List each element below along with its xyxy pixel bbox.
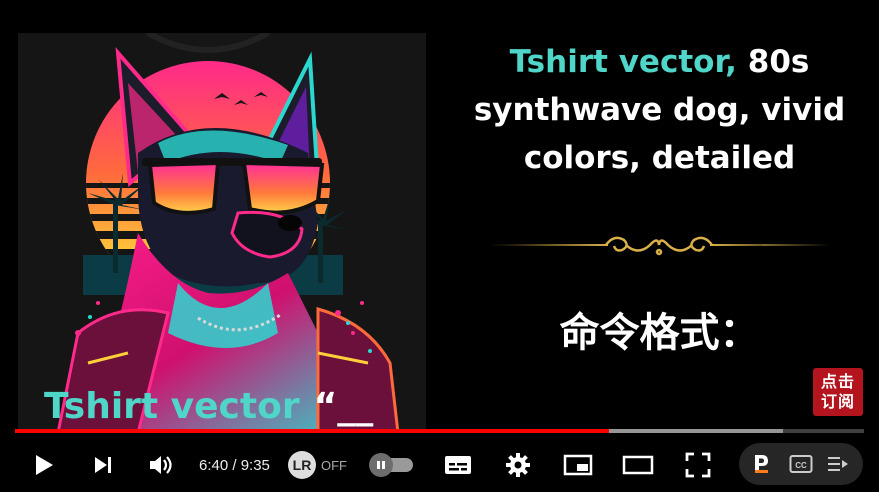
video-frame[interactable]: Tshirt vector, 80s synthwave dog, vivid … — [0, 0, 879, 492]
player-controls: 6:40 / 9:35 LR OFF CC — [0, 438, 879, 492]
pause-icon — [377, 461, 385, 469]
progress-bar[interactable] — [15, 429, 864, 433]
cc-icon: CC — [789, 455, 813, 473]
subscribe-badge-line-2: 订阅 — [820, 392, 855, 411]
fullscreen-button[interactable] — [680, 438, 716, 492]
gear-icon — [506, 453, 530, 477]
language-reactor-state: OFF — [321, 457, 347, 473]
command-format-label: 命令格式： — [559, 310, 760, 356]
fullscreen-icon — [685, 452, 711, 478]
command-example-quote: “__ — [313, 386, 374, 427]
settings-button[interactable] — [500, 438, 536, 492]
language-reactor-toggle[interactable]: LR OFF — [288, 438, 347, 492]
r-extension-button[interactable] — [747, 443, 775, 485]
subscribe-badge[interactable]: 点击 订阅 — [813, 368, 863, 416]
autoplay-toggle[interactable] — [369, 438, 413, 492]
next-button[interactable] — [86, 438, 120, 492]
prompt-highlight: Tshirt vector, — [509, 44, 737, 80]
command-example: Tshirt vector “__ — [44, 386, 373, 427]
chapters-button[interactable] — [823, 443, 853, 485]
command-example-text: Tshirt vector — [44, 386, 300, 427]
subtitles-button[interactable] — [440, 438, 476, 492]
prompt-line-1-rest: 80s — [736, 44, 810, 80]
autoplay-track — [369, 453, 413, 477]
subscribe-badge-line-1: 点击 — [820, 372, 855, 391]
subtitles-icon — [445, 456, 471, 474]
tshirt-artwork-image — [18, 33, 426, 433]
progress-played — [15, 429, 610, 433]
svg-text:CC: CC — [795, 461, 807, 470]
theater-mode-button[interactable] — [620, 438, 656, 492]
miniplayer-icon — [563, 454, 593, 476]
chapters-icon — [828, 457, 848, 471]
prompt-line-3: colors, detailed — [523, 140, 796, 176]
play-button[interactable] — [26, 438, 62, 492]
language-reactor-logo: LR — [288, 451, 316, 479]
r-icon — [755, 455, 768, 473]
extension-controls-pill: CC — [739, 443, 863, 485]
cc-button[interactable]: CC — [787, 443, 815, 485]
prompt-line-1: Tshirt vector, 80s — [440, 38, 879, 86]
time-display: 6:40 / 9:35 — [199, 456, 270, 474]
theater-icon — [622, 455, 654, 475]
play-icon — [36, 455, 53, 475]
next-icon — [95, 457, 111, 473]
miniplayer-button[interactable] — [560, 438, 596, 492]
autoplay-knob — [369, 453, 393, 477]
volume-icon — [150, 456, 172, 474]
ornamental-divider — [488, 228, 830, 262]
prompt-text: Tshirt vector, 80s synthwave dog, vivid … — [440, 38, 879, 182]
volume-button[interactable] — [144, 438, 178, 492]
prompt-line-2: synthwave dog, vivid — [473, 92, 846, 128]
